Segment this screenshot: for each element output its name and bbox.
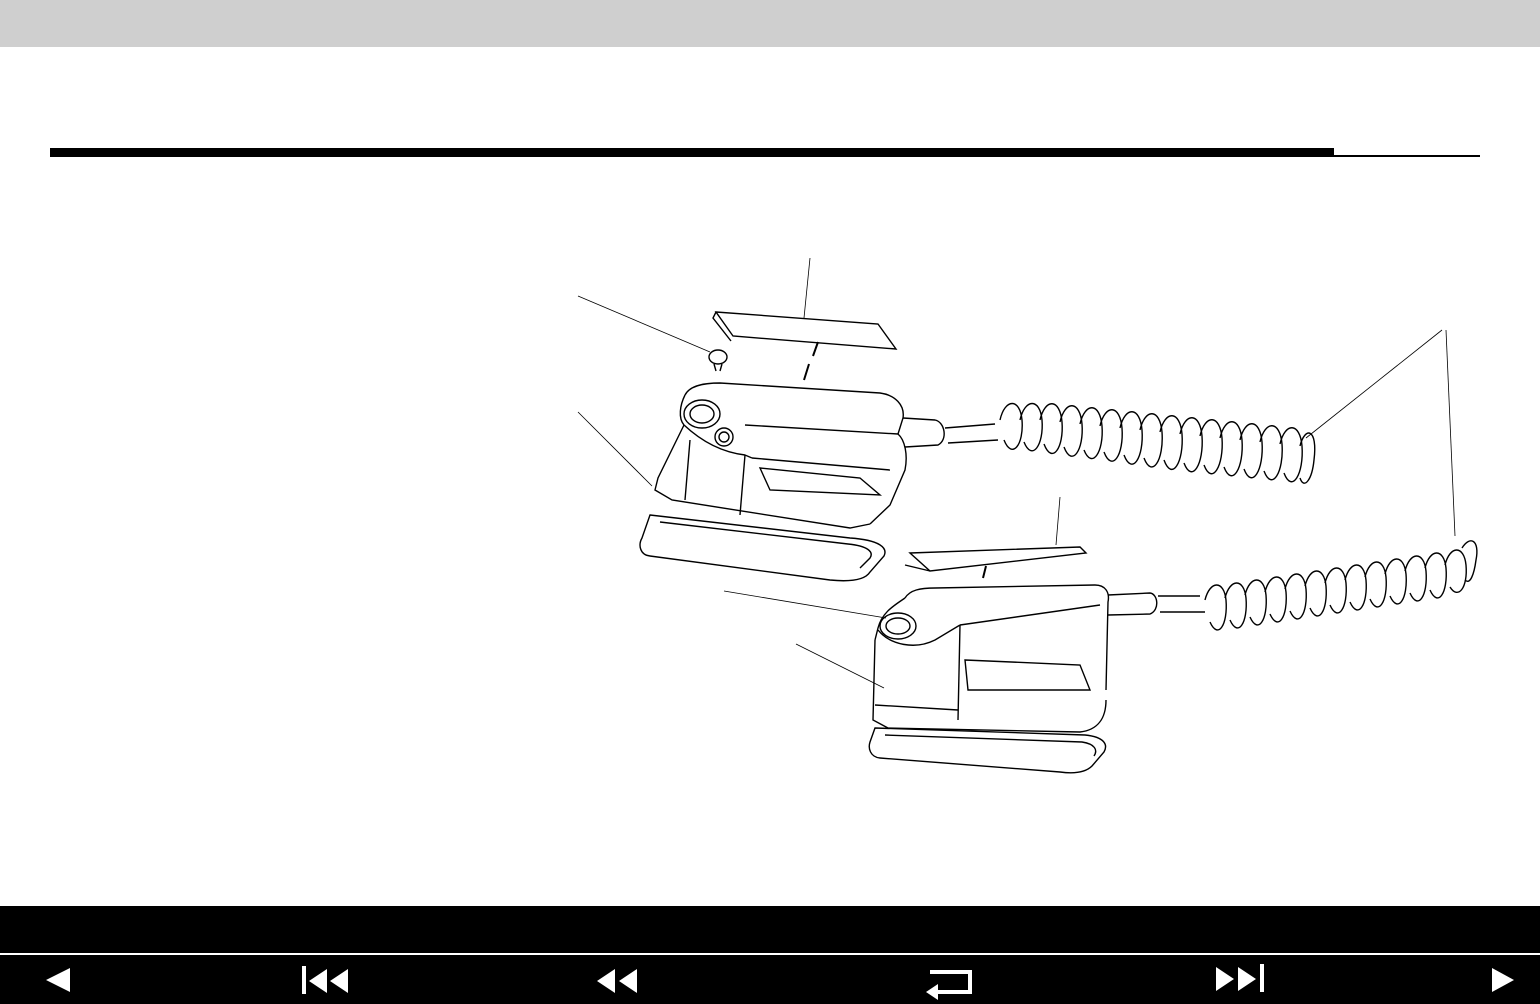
bottom-bar-divider [0, 953, 1540, 955]
return-button[interactable] [918, 960, 978, 1000]
next-page-button[interactable] [1470, 960, 1530, 1000]
triangle-left-icon [46, 968, 70, 992]
skip-to-end-icon [1216, 964, 1264, 992]
return-arrow-icon [926, 970, 972, 1000]
skip-to-start-icon [302, 966, 348, 994]
prev-page-button[interactable] [22, 960, 82, 1000]
rewind-icon [597, 969, 637, 993]
back-button[interactable] [587, 960, 647, 1000]
lower-unit [868, 540, 1478, 774]
exploded-view-illustration [577, 257, 1478, 774]
upper-unit [639, 311, 1316, 582]
triangle-right-icon [1492, 968, 1514, 992]
last-page-button[interactable] [1210, 960, 1270, 1000]
first-page-button[interactable] [296, 960, 356, 1000]
bottom-navigation-bar [0, 906, 1540, 1004]
